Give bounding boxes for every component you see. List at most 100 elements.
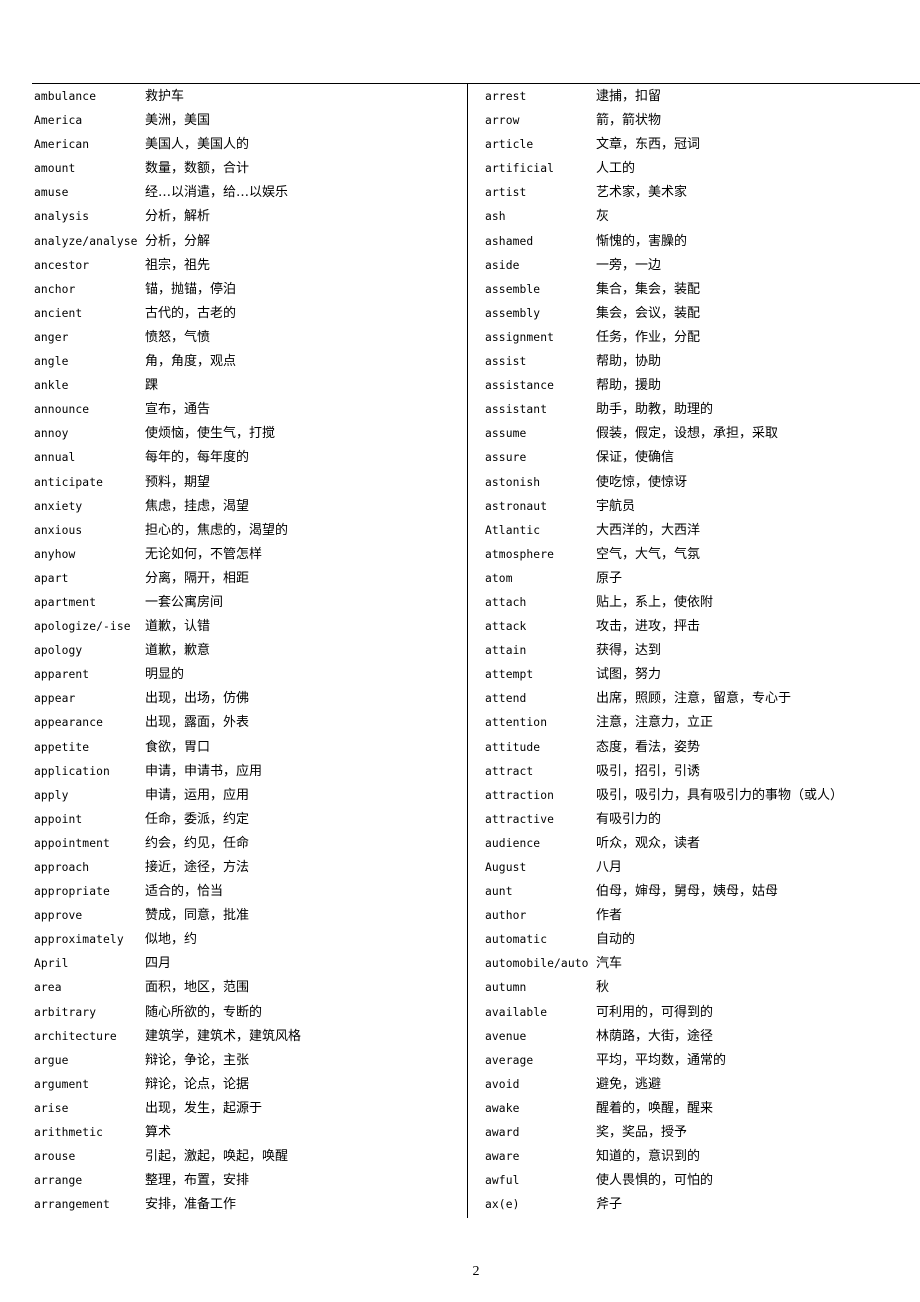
entry-meaning: 似地，约: [145, 932, 198, 948]
vocabulary-entry: astonish 使吃惊，使惊讶: [485, 471, 920, 495]
entry-meaning: 整理，布置，安排: [145, 1173, 250, 1189]
vocabulary-entry: August 八月: [485, 856, 920, 880]
entry-word: awake: [485, 1101, 520, 1115]
vocabulary-entry: announce 宣布，通告: [34, 398, 464, 422]
entry-word: assure: [485, 451, 527, 465]
entry-word: assist: [485, 355, 527, 369]
entry-meaning: 吸引，招引，引诱: [596, 763, 701, 779]
entry-meaning: 贴上，系上，使依附: [596, 594, 714, 610]
vocabulary-entry: anchor 锚，抛锚，停泊: [34, 278, 464, 302]
entry-word: appetite: [34, 740, 90, 754]
entry-word: ancestor: [34, 258, 90, 272]
vocabulary-column-right: arrest 逮捕，扣留 arrow 箭，箭状物 article 文章，东西，冠词 arti…: [485, 85, 920, 1217]
entry-word: August: [485, 861, 527, 874]
entry-meaning: 平均，平均数，通常的: [596, 1052, 727, 1068]
entry-word: awful: [485, 1174, 520, 1188]
entry-meaning: 分离，隔开，相距: [145, 570, 250, 586]
entry-meaning: 踝: [145, 378, 159, 394]
entry-word: appropriate: [34, 885, 110, 899]
page-number: 2: [472, 1264, 480, 1279]
vocabulary-entry: assemble 集合，集会，装配: [485, 278, 920, 302]
vocabulary-entry: approximately 似地，约: [34, 928, 464, 952]
entry-meaning: 任命，委派，约定: [145, 811, 250, 827]
entry-meaning: 经…以消遣，给…以娱乐: [145, 185, 289, 201]
entry-meaning: 艺术家，美术家: [596, 185, 688, 201]
entry-meaning: 宣布，通告: [145, 402, 211, 418]
entry-word: automatic: [485, 933, 548, 947]
entry-word: astronaut: [485, 499, 548, 513]
entry-meaning: 助手，助教，助理的: [596, 402, 714, 418]
vocabulary-entry: astronaut 宇航员: [485, 495, 920, 519]
entry-word: assemble: [485, 282, 541, 296]
entry-meaning: 焦虑，挂虑，渴望: [145, 498, 250, 514]
entry-word: aunt: [485, 885, 513, 899]
entry-meaning: 建筑学，建筑术，建筑风格: [145, 1028, 302, 1044]
entry-word: area: [34, 981, 62, 995]
entry-meaning: 数量，数额，合计: [145, 161, 250, 177]
entry-word: approximately: [34, 933, 124, 947]
entry-word: argument: [34, 1077, 90, 1091]
vocabulary-entry: argument 辩论，论点，论据: [34, 1073, 464, 1097]
entry-meaning: 赞成，同意，批准: [145, 908, 250, 924]
vocabulary-entry: anticipate 预料，期望: [34, 471, 464, 495]
entry-meaning: 四月: [145, 956, 172, 972]
entry-meaning: 集会，会议，装配: [596, 305, 701, 321]
vocabulary-entry: assist 帮助，协助: [485, 350, 920, 374]
entry-word: attractive: [485, 812, 555, 826]
entry-word: architecture: [34, 1029, 117, 1043]
entry-word: attitude: [485, 740, 541, 754]
entry-word: attach: [485, 595, 527, 609]
entry-word: arrest: [485, 90, 527, 103]
vocabulary-entry: attain 获得，达到: [485, 639, 920, 663]
entry-word: artificial: [485, 162, 555, 176]
vocabulary-entry: American 美国人，美国人的: [34, 133, 464, 157]
vocabulary-entry: anyhow 无论如何，不管怎样: [34, 543, 464, 567]
entry-meaning: 辩论，争论，主张: [145, 1052, 250, 1068]
vocabulary-entry: author 作者: [485, 904, 920, 928]
vocabulary-entry: attach 贴上，系上，使依附: [485, 591, 920, 615]
vocabulary-entry: attraction 吸引，吸引力，具有吸引力的事物（或人）: [485, 784, 920, 808]
vocabulary-entry: argue 辩论，争论，主张: [34, 1049, 464, 1073]
entry-word: amount: [34, 162, 76, 176]
entry-word: approach: [34, 861, 90, 874]
entry-meaning: 伯母，婶母，舅母，姨母，姑母: [596, 884, 779, 900]
entry-meaning: 集合，集会，装配: [596, 281, 701, 297]
entry-word: apart: [34, 571, 69, 585]
vocabulary-entry: attack 攻击，进攻，抨击: [485, 615, 920, 639]
vocabulary-entry: appear 出现，出场，仿佛: [34, 687, 464, 711]
vocabulary-entry: anxious 担心的，焦虑的，渴望的: [34, 519, 464, 543]
entry-word: appearance: [34, 716, 104, 730]
entry-meaning: 自动的: [596, 932, 636, 948]
entry-word: anticipate: [34, 475, 104, 489]
vocabulary-entry: artificial 人工的: [485, 157, 920, 181]
vocabulary-entry: apply 申请，运用，应用: [34, 784, 464, 808]
entry-word: arrow: [485, 114, 520, 128]
entry-meaning: 可利用的，可得到的: [596, 1004, 714, 1020]
vocabulary-entry: automatic 自动的: [485, 928, 920, 952]
entry-word: ax(e): [485, 1198, 520, 1212]
vocabulary-entry: arrest 逮捕，扣留: [485, 85, 920, 109]
vocabulary-entry: apologize/-ise 道歉，认错: [34, 615, 464, 639]
entry-word: annual: [34, 451, 76, 465]
entry-meaning: 原子: [596, 570, 623, 586]
entry-word: arouse: [34, 1150, 76, 1164]
entry-word: anxious: [34, 523, 83, 537]
entry-word: assume: [485, 427, 527, 441]
entry-word: avenue: [485, 1029, 527, 1043]
entry-meaning: 愤怒，气愤: [145, 329, 211, 345]
entry-meaning: 八月: [596, 860, 623, 875]
entry-meaning: 出席，照顾，注意，留意，专心于: [596, 691, 792, 707]
entry-word: apologize/-ise: [34, 620, 131, 634]
entry-word: apology: [34, 644, 83, 658]
vocabulary-entry: appoint 任命，委派，约定: [34, 808, 464, 832]
vocabulary-entry: award 奖，奖品，授予: [485, 1121, 920, 1145]
vocabulary-entry: approve 赞成，同意，批准: [34, 904, 464, 928]
entry-word: attain: [485, 644, 527, 658]
entry-meaning: 使人畏惧的，可怕的: [596, 1173, 714, 1189]
vocabulary-entry: aside 一旁，一边: [485, 254, 920, 278]
entry-word: arrange: [34, 1174, 83, 1188]
entry-meaning: 锚，抛锚，停泊: [145, 281, 237, 297]
entry-meaning: 分析，分解: [145, 233, 211, 249]
entry-word: award: [485, 1126, 520, 1140]
entry-word: apparent: [34, 668, 90, 682]
